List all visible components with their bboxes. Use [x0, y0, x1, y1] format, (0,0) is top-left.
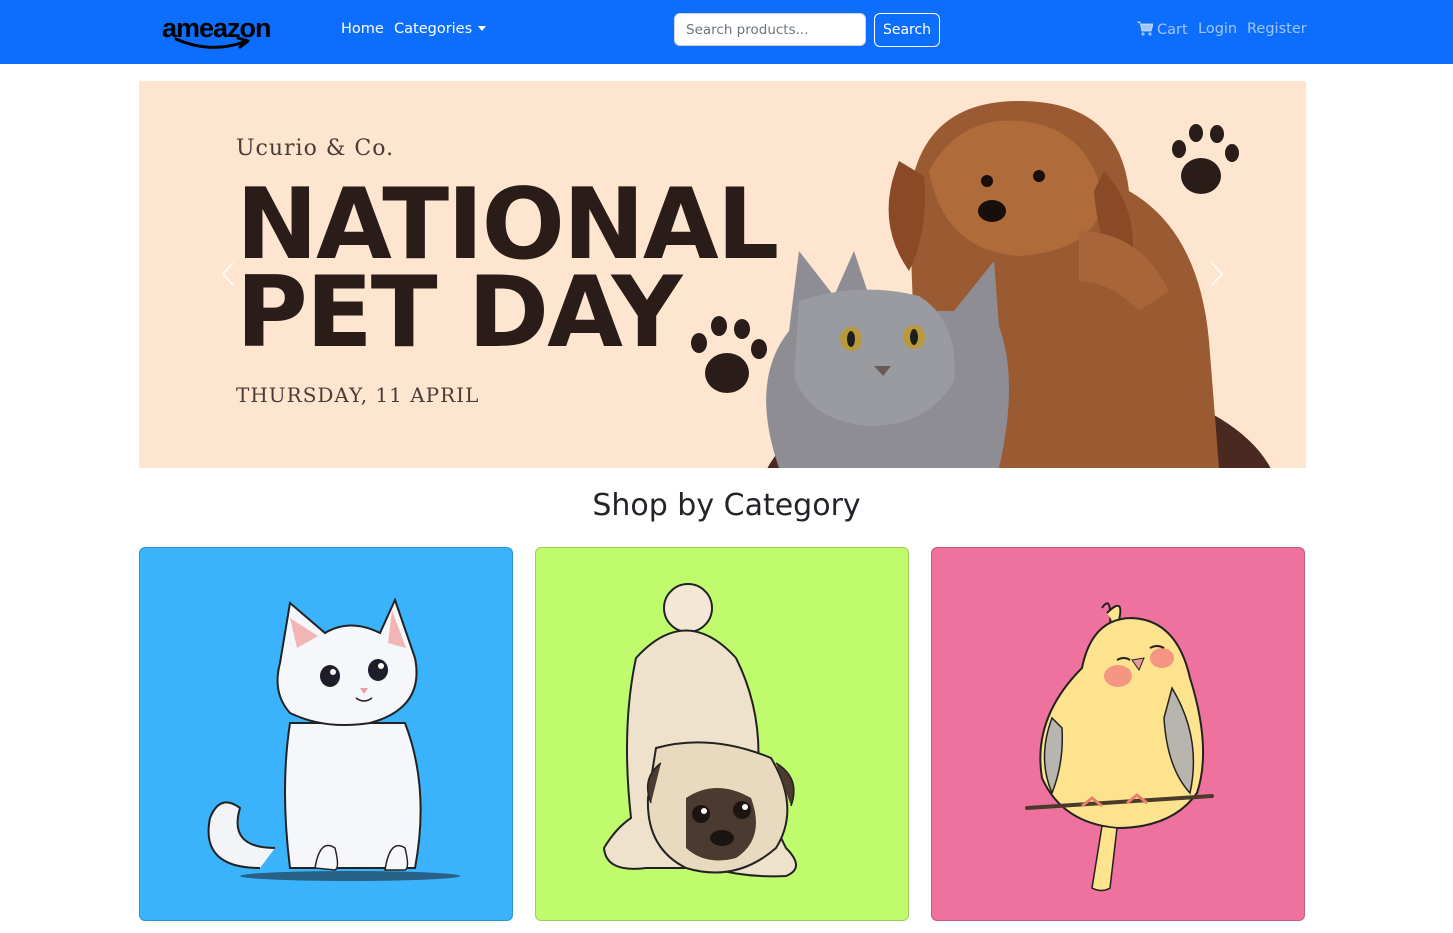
brand-smile-arrow-icon [174, 36, 250, 49]
search-input[interactable] [674, 13, 866, 46]
nav-cart[interactable]: Cart [1137, 21, 1188, 38]
pug-illustration-icon [602, 583, 797, 878]
nav-cart-label: Cart [1157, 22, 1188, 38]
banner-date-line: THURSDAY, 11 APRIL [236, 383, 480, 407]
section-title: Shop by Category [592, 488, 861, 523]
carousel-next-button[interactable] [1202, 259, 1232, 289]
caret-down-icon [478, 26, 487, 31]
category-card-dogs[interactable] [535, 547, 909, 921]
brand-logo[interactable]: ameazon [160, 10, 300, 54]
banner-title-line-2: PET DAY [236, 256, 683, 370]
banner-brand-line: Ucurio & Co. [236, 136, 395, 161]
category-card-cats[interactable] [139, 547, 513, 921]
cat-illustration-icon [207, 597, 460, 881]
category-card-birds[interactable] [931, 547, 1305, 921]
nav-categories-dropdown[interactable]: Categories [394, 21, 487, 37]
nav-register[interactable]: Register [1247, 21, 1307, 37]
chevron-right-icon [1211, 262, 1224, 286]
carousel-prev-button[interactable] [213, 259, 243, 289]
nav-categories-label: Categories [394, 21, 473, 37]
bird-illustration-icon [1025, 602, 1214, 892]
banner-title: NATIONAL PET DAY [236, 176, 779, 370]
search-button[interactable]: Search [874, 13, 940, 47]
navbar: ameazon Home Categories Search Cart Logi… [0, 0, 1453, 64]
chevron-left-icon [221, 262, 234, 286]
cart-icon [1137, 21, 1153, 36]
nav-home[interactable]: Home [341, 21, 384, 37]
hero-carousel: Ucurio & Co. NATIONAL PET DAY THURSDAY, … [139, 81, 1306, 468]
nav-login[interactable]: Login [1198, 21, 1237, 37]
